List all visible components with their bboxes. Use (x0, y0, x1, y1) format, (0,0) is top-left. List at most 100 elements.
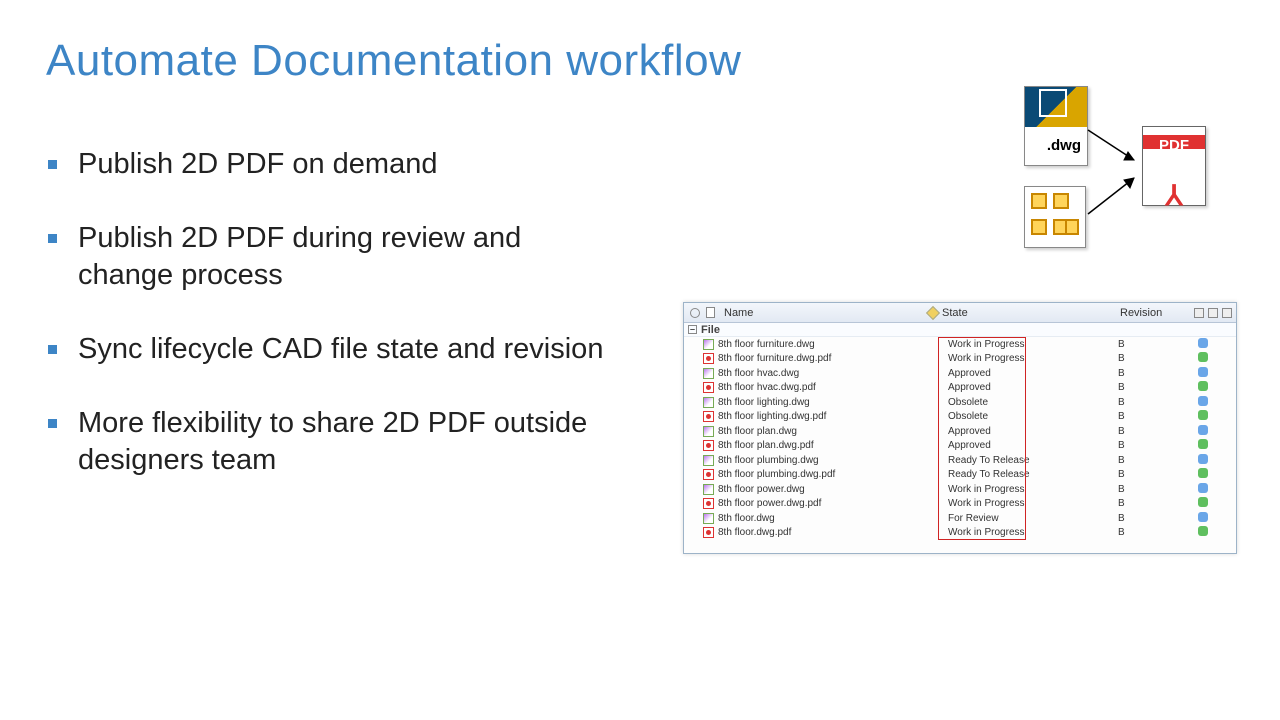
status-dot (1198, 410, 1208, 420)
panel-header-right-icons (1194, 308, 1232, 318)
pdf-file-icon: PDF ⅄ (1142, 126, 1206, 206)
pdf-icon (703, 469, 714, 480)
file-state: Work in Progress (948, 498, 1114, 509)
file-state: Obsolete (948, 397, 1114, 408)
collapse-icon[interactable]: – (688, 325, 697, 334)
file-name: 8th floor furniture.dwg (718, 339, 918, 350)
arrow-icon (1086, 124, 1144, 174)
file-name: 8th floor plan.dwg.pdf (718, 440, 918, 451)
dwg-icon (703, 484, 714, 495)
pdf-icon (703, 353, 714, 364)
status-dot (1198, 512, 1208, 522)
file-state: Obsolete (948, 411, 1114, 422)
file-row[interactable]: 8th floor plan.dwg.pdf ApprovedB (684, 439, 1236, 454)
file-revision: B (1114, 455, 1198, 466)
file-row[interactable]: 8th floor plumbing.dwg.pdfReady To Relea… (684, 468, 1236, 483)
workflow-diagram: .dwg PDF ⅄ (1024, 86, 1224, 256)
dwg-icon (703, 397, 714, 408)
column-name[interactable]: Name (724, 307, 753, 319)
file-row[interactable]: 8th floor power.dwg.pdfWork in ProgressB (684, 497, 1236, 512)
bullet-item: Publish 2D PDF on demand (48, 146, 618, 184)
file-revision: B (1114, 440, 1198, 451)
status-dot (1198, 338, 1208, 348)
file-row[interactable]: 8th floor hvac.dwg.pdfApprovedB (684, 381, 1236, 396)
file-name: 8th floor.dwg (718, 513, 918, 524)
file-revision: B (1114, 498, 1198, 509)
status-dot (1198, 396, 1208, 406)
file-revision: B (1114, 513, 1198, 524)
file-revision: B (1114, 469, 1198, 480)
dwg-icon (703, 339, 714, 350)
file-name: 8th floor plan.dwg (718, 426, 918, 437)
file-name: 8th floor furniture.dwg.pdf (718, 353, 918, 364)
file-revision: B (1114, 484, 1198, 495)
column-revision[interactable]: Revision (1120, 307, 1162, 319)
category-file[interactable]: – File (684, 323, 1236, 337)
file-row[interactable]: 8th floor lighting.dwg.pdf ObsoleteB (684, 410, 1236, 425)
dwg-icon (703, 368, 714, 379)
acrobat-logo-icon: ⅄ (1165, 179, 1182, 213)
file-name: 8th floor hvac.dwg.pdf (718, 382, 918, 393)
file-name: 8th floor lighting.dwg.pdf (718, 411, 918, 422)
tag-icon (926, 305, 940, 319)
pdf-icon (703, 440, 714, 451)
checkbox-icon[interactable] (1194, 308, 1204, 318)
status-dot (1198, 352, 1208, 362)
bullet-item: More flexibility to share 2D PDF outside… (48, 405, 618, 480)
column-state[interactable]: State (942, 307, 968, 319)
file-state: Ready To Release (948, 469, 1114, 480)
file-revision: B (1114, 527, 1198, 538)
file-rows: 8th floor furniture.dwgWork in ProgressB… (684, 337, 1236, 540)
file-revision: B (1114, 397, 1198, 408)
file-row[interactable]: 8th floor plumbing.dwg Ready To ReleaseB (684, 453, 1236, 468)
file-revision: B (1114, 426, 1198, 437)
circle-icon (690, 308, 700, 318)
dwg-icon (703, 426, 714, 437)
status-dot (1198, 439, 1208, 449)
bullet-list: Publish 2D PDF on demand Publish 2D PDF … (48, 146, 618, 516)
file-row[interactable]: 8th floor lighting.dwg ObsoleteB (684, 395, 1236, 410)
file-state: Approved (948, 368, 1114, 379)
file-name: 8th floor.dwg.pdf (718, 527, 918, 538)
category-label: File (701, 324, 720, 336)
file-state: Work in Progress (948, 353, 1114, 364)
file-row[interactable]: 8th floor.dwg.pdf Work in ProgressB (684, 526, 1236, 541)
grid-icon[interactable] (1222, 308, 1232, 318)
file-name: 8th floor lighting.dwg (718, 397, 918, 408)
dwg-icon (703, 455, 714, 466)
file-name: 8th floor power.dwg (718, 484, 918, 495)
status-dot (1198, 526, 1208, 536)
arrow-icon (1086, 170, 1144, 220)
file-state: Work in Progress (948, 527, 1114, 538)
file-row[interactable]: 8th floor power.dwg Work in ProgressB (684, 482, 1236, 497)
file-name: 8th floor hvac.dwg (718, 368, 918, 379)
file-state: Work in Progress (948, 484, 1114, 495)
file-row[interactable]: 8th floor hvac.dwg ApprovedB (684, 366, 1236, 381)
file-state: Ready To Release (948, 455, 1114, 466)
file-row[interactable]: 8th floor furniture.dwg.pdf Work in Progr… (684, 352, 1236, 367)
status-dot (1198, 425, 1208, 435)
file-row[interactable]: 8th floor furniture.dwgWork in ProgressB (684, 337, 1236, 352)
status-dot (1198, 367, 1208, 377)
pdf-icon (703, 498, 714, 509)
settings-icon[interactable] (1208, 308, 1218, 318)
pdf-icon (703, 411, 714, 422)
vault-file-panel: Name State Revision – File 8th floor fur… (683, 302, 1237, 554)
file-row[interactable]: 8th floor.dwgFor ReviewB (684, 511, 1236, 526)
file-revision: B (1114, 368, 1198, 379)
file-state: Approved (948, 440, 1114, 451)
file-revision: B (1114, 382, 1198, 393)
file-revision: B (1114, 411, 1198, 422)
panel-header: Name State Revision (684, 303, 1236, 323)
status-dot (1198, 381, 1208, 391)
dwg-icon (703, 513, 714, 524)
pdf-icon (703, 527, 714, 538)
status-dot (1198, 497, 1208, 507)
status-dot (1198, 468, 1208, 478)
file-state: Approved (948, 426, 1114, 437)
file-revision: B (1114, 353, 1198, 364)
pdf-label: PDF (1143, 127, 1205, 149)
file-name: 8th floor plumbing.dwg (718, 455, 918, 466)
dwg-file-icon: .dwg (1024, 86, 1088, 166)
file-row[interactable]: 8th floor plan.dwg ApprovedB (684, 424, 1236, 439)
